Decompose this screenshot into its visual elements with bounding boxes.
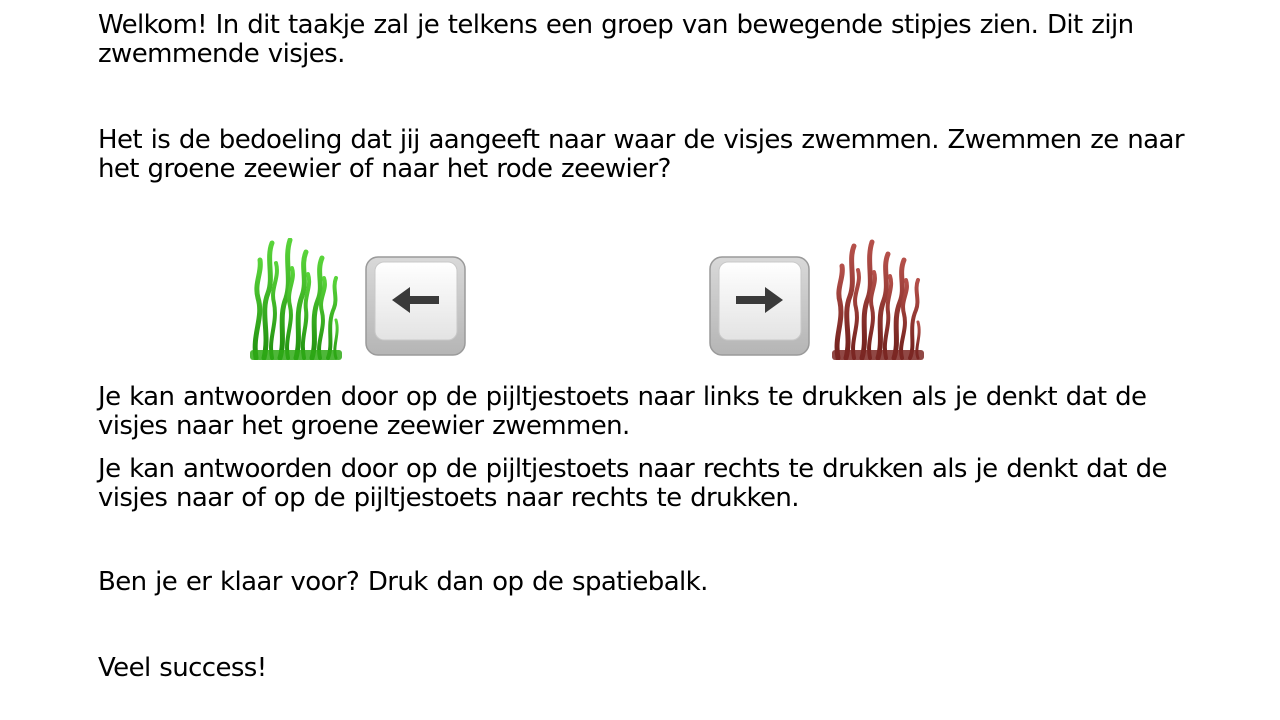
right-answer-text: Je kan antwoorden door op de pijltjestoe…	[98, 454, 1168, 513]
right-arrow-key-icon	[709, 256, 810, 356]
luck-text: Veel success!	[98, 653, 267, 683]
left-arrow-key-icon	[365, 256, 466, 356]
green-seaweed-icon	[250, 238, 342, 360]
ready-text: Ben je er klaar voor? Druk dan op de spa…	[98, 567, 708, 597]
goal-text: Het is de bedoeling dat jij aangeeft naa…	[98, 125, 1185, 184]
red-seaweed-icon	[832, 238, 924, 360]
left-answer-text: Je kan antwoorden door op de pijltjestoe…	[98, 382, 1147, 441]
welcome-text: Welkom! In dit taakje zal je telkens een…	[98, 10, 1134, 69]
